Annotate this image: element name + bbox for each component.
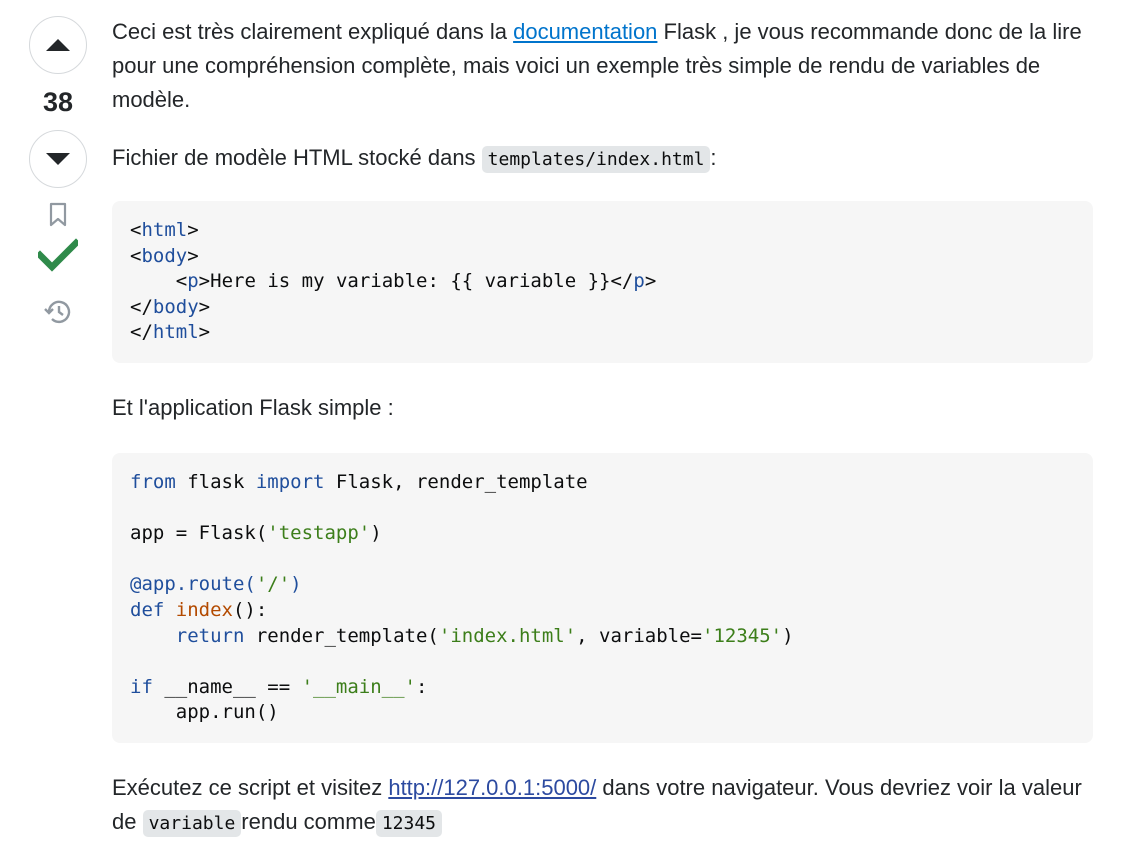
variable-code: variable [142,810,242,837]
arrow-up-icon [46,39,70,51]
py-line-import: from flask import Flask, render_template [130,471,588,493]
html-line-5: </html> [130,321,211,344]
localhost-link[interactable]: http://127.0.0.1:5000/ [388,775,596,800]
revision-history-button[interactable] [43,298,73,326]
bookmark-icon [49,202,67,227]
html-line-1: <html> [130,219,199,241]
checkmark-icon [38,238,78,272]
template-path-code: templates/index.html [481,146,711,173]
py-line-return: return render_template('index.html', var… [175,624,794,647]
arrow-down-icon [46,153,70,165]
py-line-run: app.run() [130,701,279,724]
upvote-button[interactable] [29,16,87,74]
py-line-route: @app.route('/') [130,573,302,596]
intro-text-before: Ceci est très clairement expliqué dans l… [112,19,514,44]
py-line-app: app = Flask('testapp') [130,522,382,545]
run-text-before: Exécutez ce script et visitez [112,775,389,800]
documentation-link[interactable]: documentation [513,19,657,44]
history-icon [44,300,71,324]
py-line-if: if __name__ == '__main__': [130,675,428,698]
py-line-def: def index(): [130,598,268,621]
downvote-button[interactable] [29,130,87,188]
template-text-before: Fichier de modèle HTML stocké dans [112,145,482,170]
paragraph-run-script: Exécutez ce script et visitez http://127… [112,771,1097,841]
template-text-after: : [710,145,717,170]
paragraph-flask-app: Et l'application Flask simple : [112,395,394,420]
html-line-2: <body> [130,244,199,267]
html-line-4: </body> [130,295,211,318]
paragraph-template-file: Fichier de modèle HTML stocké dans templ… [112,141,1097,177]
run-text-mid2: rendu comme [241,809,376,834]
bookmark-button[interactable] [48,202,68,228]
paragraph-intro: Ceci est très clairement expliqué dans l… [112,15,1097,117]
python-code-block: from flask import Flask, render_template… [112,453,1093,743]
vote-count: 38 [42,87,74,117]
html-code-block: <html> <body> <p>Here is my variable: {{… [112,201,1093,363]
vote-cell: 38 [27,16,89,326]
answer-body: Ceci est très clairement expliqué dans l… [112,15,1097,841]
html-line-3: <p>Here is my variable: {{ variable }}</… [175,270,657,293]
accepted-answer-check [38,238,78,272]
value-code: 12345 [375,810,442,837]
